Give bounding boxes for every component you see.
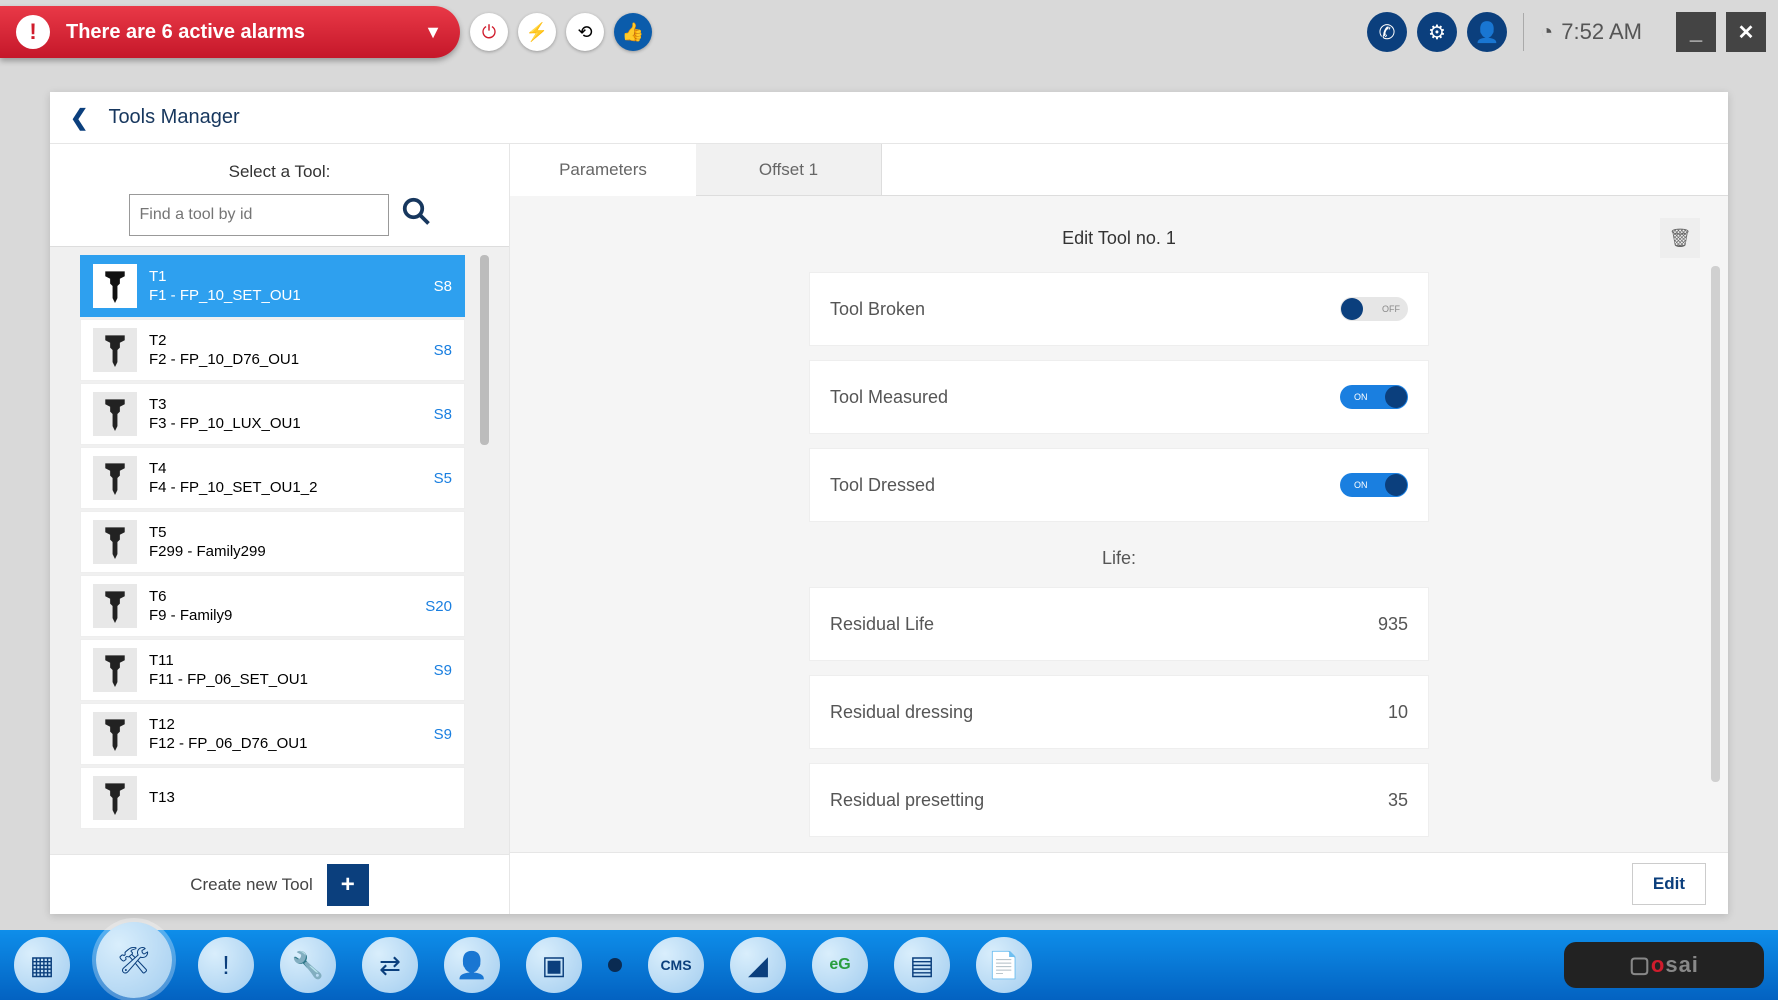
- page-title: Tools Manager: [108, 106, 239, 129]
- tool-item-T3[interactable]: T3F3 - FP_10_LUX_OU1 S8: [80, 383, 465, 445]
- taskbar-screen-icon[interactable]: ▣: [526, 937, 582, 993]
- create-tool-label: Create new Tool: [190, 875, 313, 895]
- thumbs-up-button[interactable]: 👍: [614, 13, 652, 51]
- taskbar-alert-icon[interactable]: !: [198, 937, 254, 993]
- tool-item-T4[interactable]: T4F4 - FP_10_SET_OU1_2 S5: [80, 447, 465, 509]
- close-button[interactable]: ✕: [1726, 12, 1766, 52]
- taskbar-apps-icon[interactable]: ▦: [14, 937, 70, 993]
- user-button[interactable]: 👤: [1467, 12, 1507, 52]
- taskbar-chart-icon[interactable]: ◢: [730, 937, 786, 993]
- tool-item-T6[interactable]: T6F9 - Family9 S20: [80, 575, 465, 637]
- tool-item-T12[interactable]: T12F12 - FP_06_D76_OU1 S9: [80, 703, 465, 765]
- tool-item-text: T2F2 - FP_10_D76_OU1: [149, 331, 422, 370]
- taskbar-wrench-icon[interactable]: 🔧: [280, 937, 336, 993]
- tool-icon: [93, 584, 137, 628]
- taskbar-calc-icon[interactable]: ▤: [894, 937, 950, 993]
- create-tool-button[interactable]: +: [327, 864, 369, 906]
- clock-icon: ◔: [1540, 19, 1553, 45]
- tab-offset-1[interactable]: Offset 1: [696, 144, 882, 196]
- taskbar-cms-icon[interactable]: CMS: [648, 937, 704, 993]
- phone-button[interactable]: ✆: [1367, 12, 1407, 52]
- delete-button[interactable]: 🗑: [1660, 218, 1700, 258]
- tool-item-slot: S9: [434, 662, 452, 679]
- detail-scrollbar[interactable]: [1711, 266, 1720, 782]
- clock-time: 7:52 AM: [1561, 19, 1642, 45]
- list-scrollbar[interactable]: [480, 255, 489, 445]
- tool-item-T13[interactable]: T13: [80, 767, 465, 829]
- residual-life-value: 935: [1378, 614, 1408, 635]
- residual-presetting-value: 35: [1388, 790, 1408, 811]
- separator: [1523, 13, 1524, 51]
- taskbar: ▦ 🛠 ! 🔧 ⇄ 👤 ▣ CMS ◢ eG ▤ 📄 ▢osai: [0, 930, 1778, 1000]
- tool-icon: [93, 520, 137, 564]
- refresh-button[interactable]: ⟲: [566, 13, 604, 51]
- tool-item-T11[interactable]: T11F11 - FP_06_SET_OU1 S9: [80, 639, 465, 701]
- tool-item-text: T12F12 - FP_06_D76_OU1: [149, 715, 422, 754]
- tool-item-text: T6F9 - Family9: [149, 587, 413, 626]
- minimize-button[interactable]: _: [1676, 12, 1716, 52]
- brand-logo: ▢osai: [1564, 942, 1764, 988]
- taskbar-tools-icon[interactable]: 🛠: [96, 922, 172, 998]
- search-input[interactable]: [129, 194, 389, 236]
- back-button[interactable]: ❮: [70, 105, 88, 131]
- clock: ◔ 7:52 AM: [1540, 19, 1642, 45]
- tool-item-text: T3F3 - FP_10_LUX_OU1: [149, 395, 422, 434]
- tool-item-T5[interactable]: T5F299 - Family299: [80, 511, 465, 573]
- alarm-banner[interactable]: ! There are 6 active alarms ▼: [0, 6, 460, 58]
- edit-button[interactable]: Edit: [1632, 863, 1706, 905]
- tool-dressed-label: Tool Dressed: [830, 475, 935, 496]
- tool-icon: [93, 264, 137, 308]
- tool-item-slot: S20: [425, 598, 452, 615]
- tool-item-text: T11F11 - FP_06_SET_OU1: [149, 651, 422, 690]
- param-tool-dressed: Tool Dressed ON: [809, 448, 1429, 522]
- search-icon[interactable]: [401, 196, 431, 234]
- tab-parameters[interactable]: Parameters: [510, 144, 696, 196]
- residual-presetting-label: Residual presetting: [830, 790, 984, 811]
- taskbar-people-icon[interactable]: 👤: [444, 937, 500, 993]
- tool-item-text: T13: [149, 788, 452, 808]
- tool-icon: [93, 712, 137, 756]
- life-section-label: Life:: [809, 548, 1429, 569]
- tool-icon: [93, 328, 137, 372]
- tool-measured-label: Tool Measured: [830, 387, 948, 408]
- tool-item-slot: S5: [434, 470, 452, 487]
- tool-broken-label: Tool Broken: [830, 299, 925, 320]
- chevron-down-icon: ▼: [424, 22, 442, 43]
- param-residual-life: Residual Life 935: [809, 587, 1429, 661]
- alert-icon: !: [16, 15, 50, 49]
- residual-dressing-value: 10: [1388, 702, 1408, 723]
- machine-button[interactable]: ⚙: [1417, 12, 1457, 52]
- tool-icon: [93, 776, 137, 820]
- tool-item-slot: S8: [434, 342, 452, 359]
- residual-dressing-label: Residual dressing: [830, 702, 973, 723]
- alarm-text: There are 6 active alarms: [66, 21, 305, 44]
- activity-button[interactable]: ⚡: [518, 13, 556, 51]
- taskbar-dot-icon: [608, 958, 622, 972]
- tool-item-T1[interactable]: T1F1 - FP_10_SET_OU1 S8: [80, 255, 465, 317]
- taskbar-note-icon[interactable]: 📄: [976, 937, 1032, 993]
- tool-item-text: T1F1 - FP_10_SET_OU1: [149, 267, 422, 306]
- tool-icon: [93, 648, 137, 692]
- param-tool-broken: Tool Broken OFF: [809, 272, 1429, 346]
- tool-item-slot: S9: [434, 726, 452, 743]
- edit-tool-title: Edit Tool no. 1: [578, 228, 1660, 249]
- param-residual-presetting: Residual presetting 35: [809, 763, 1429, 837]
- taskbar-transfer-icon[interactable]: ⇄: [362, 937, 418, 993]
- tool-item-slot: S8: [434, 406, 452, 423]
- tool-measured-toggle[interactable]: ON: [1340, 385, 1408, 409]
- tool-broken-toggle[interactable]: OFF: [1340, 297, 1408, 321]
- power-button[interactable]: ⏻: [470, 13, 508, 51]
- tool-icon: [93, 456, 137, 500]
- tool-icon: [93, 392, 137, 436]
- tool-dressed-toggle[interactable]: ON: [1340, 473, 1408, 497]
- select-tool-label: Select a Tool:: [64, 162, 495, 182]
- param-tool-measured: Tool Measured ON: [809, 360, 1429, 434]
- tool-item-text: T4F4 - FP_10_SET_OU1_2: [149, 459, 422, 498]
- taskbar-eg-icon[interactable]: eG: [812, 937, 868, 993]
- tool-item-slot: S8: [434, 278, 452, 295]
- residual-life-label: Residual Life: [830, 614, 934, 635]
- tool-item-text: T5F299 - Family299: [149, 523, 452, 562]
- tool-item-T2[interactable]: T2F2 - FP_10_D76_OU1 S8: [80, 319, 465, 381]
- param-residual-dressing: Residual dressing 10: [809, 675, 1429, 749]
